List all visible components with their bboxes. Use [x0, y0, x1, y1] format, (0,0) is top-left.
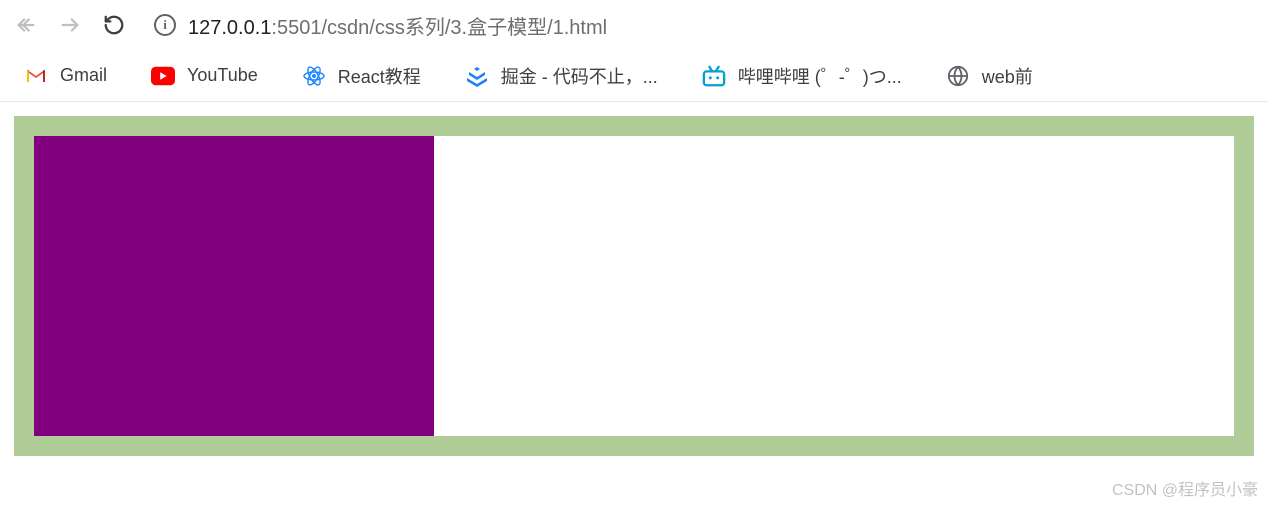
bookmark-webfront[interactable]: web前 [946, 63, 1033, 89]
browser-toolbar: i 127.0.0.1:5501/csdn/css系列/3.盒子模型/1.htm… [0, 0, 1268, 50]
bookmark-juejin[interactable]: 掘金 - 代码不止，... [465, 63, 658, 89]
bookmark-label: Gmail [60, 65, 107, 86]
globe-icon [946, 64, 970, 88]
bookmark-youtube[interactable]: YouTube [151, 64, 258, 88]
bookmark-label: 哔哩哔哩 (゜-゜)つ... [738, 63, 902, 89]
url-text: 127.0.0.1:5501/csdn/css系列/3.盒子模型/1.html [188, 11, 607, 40]
juejin-icon [465, 64, 489, 88]
bookmark-bilibili[interactable]: 哔哩哔哩 (゜-゜)つ... [702, 63, 902, 89]
bookmark-label: 掘金 - 代码不止，... [501, 63, 658, 89]
bookmark-label: web前 [982, 63, 1033, 89]
inner-white-box [34, 136, 1234, 436]
reload-button[interactable] [100, 11, 128, 39]
react-icon [302, 64, 326, 88]
youtube-icon [151, 64, 175, 88]
bilibili-icon [702, 64, 726, 88]
back-button[interactable] [12, 11, 40, 39]
bookmark-label: YouTube [187, 65, 258, 86]
bookmarks-bar: Gmail YouTube React教程 掘金 - 代码不止，... 哔哩哔哩… [0, 50, 1268, 102]
outer-box [14, 116, 1254, 456]
gmail-icon [24, 64, 48, 88]
address-bar[interactable]: i 127.0.0.1:5501/csdn/css系列/3.盒子模型/1.htm… [144, 7, 1256, 43]
forward-button[interactable] [56, 11, 84, 39]
page-content [0, 102, 1268, 470]
purple-box [34, 136, 434, 436]
site-info-icon[interactable]: i [154, 14, 176, 36]
watermark: CSDN @程序员小豪 [1112, 476, 1258, 500]
bookmark-label: React教程 [338, 63, 421, 89]
bookmark-react[interactable]: React教程 [302, 63, 421, 89]
bookmark-gmail[interactable]: Gmail [24, 64, 107, 88]
